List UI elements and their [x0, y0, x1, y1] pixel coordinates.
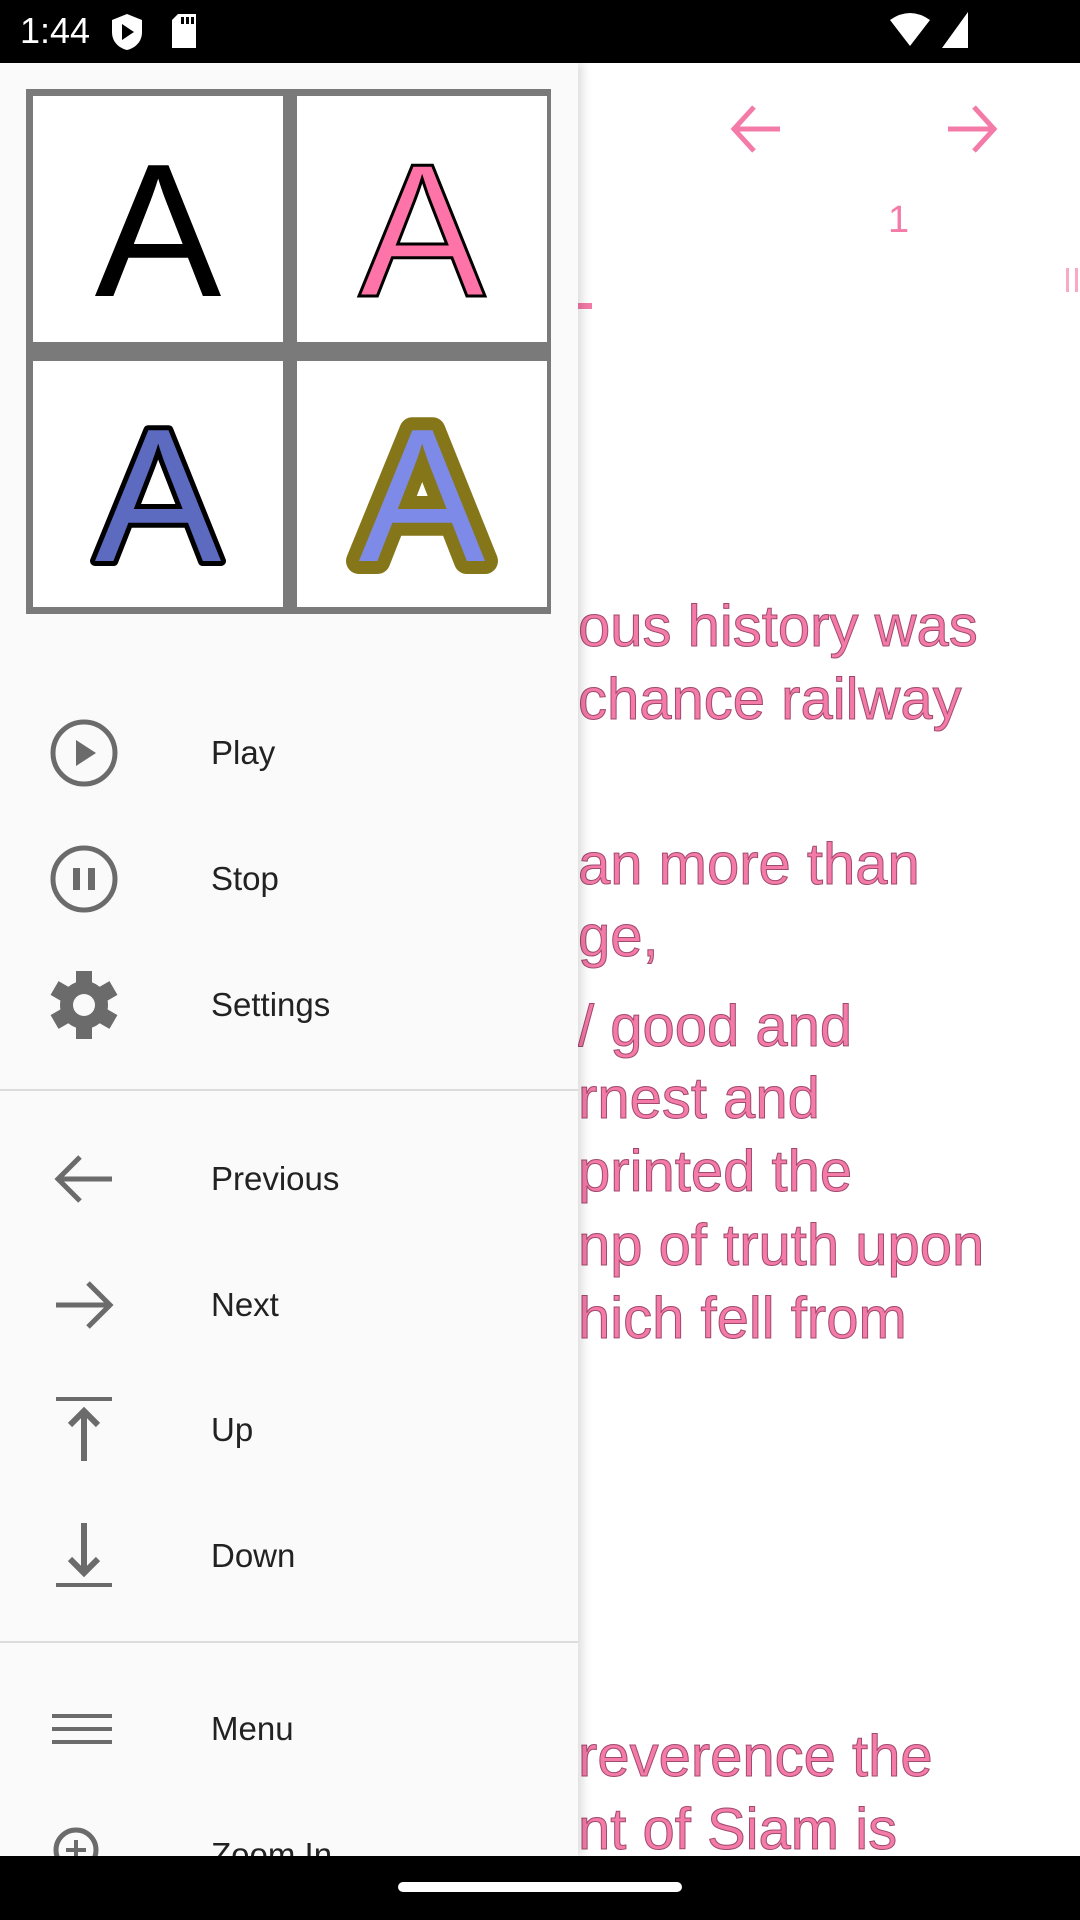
menu-item-previous[interactable]: Previous [0, 1124, 578, 1234]
page-number: 1 [888, 199, 910, 241]
system-navigation-bar [0, 1856, 1080, 1920]
play-circle-icon [50, 719, 118, 787]
text-line: rnest and [578, 1066, 821, 1132]
text-line: ous history was [578, 594, 979, 660]
menu-item-settings[interactable]: Settings [0, 950, 578, 1060]
pause-circle-icon [50, 845, 118, 913]
menu-item-up[interactable]: Up [0, 1375, 578, 1485]
style-swatch-plain[interactable]: A [33, 96, 283, 342]
menu-item-down[interactable]: Down [0, 1501, 578, 1611]
navigation-drawer: A A A A Play Stop Settings Previous Next… [0, 63, 578, 1856]
menu-item-label: Stop [211, 860, 279, 897]
text-line: chance railway [578, 667, 963, 733]
menu-item-label: Settings [211, 986, 331, 1023]
status-bar: 1:44 [0, 0, 1080, 63]
next-page-arrow-icon[interactable] [942, 99, 1002, 159]
menu-item-label: Zoom In [211, 1836, 333, 1856]
divider [0, 1641, 578, 1643]
svg-text:A: A [95, 125, 222, 337]
menu-item-label: Menu [211, 1710, 294, 1747]
menu-item-menu[interactable]: Menu [0, 1674, 578, 1784]
pink-dash-mark [578, 303, 592, 309]
style-swatch-blue-outline[interactable]: A [33, 361, 283, 607]
zoom-in-icon [53, 1827, 99, 1856]
menu-item-label: Up [211, 1411, 254, 1448]
text-line: reverence the [578, 1724, 934, 1790]
menu-item-label: Next [211, 1286, 279, 1323]
menu-icon [52, 1714, 112, 1744]
svg-text:A: A [359, 125, 486, 337]
text-style-grid: A A A A [26, 89, 551, 615]
text-line: hich fell from [578, 1286, 908, 1352]
gear-icon [50, 971, 118, 1039]
arrow-left-icon [54, 1155, 112, 1203]
arrow-right-icon [56, 1281, 114, 1329]
menu-item-play[interactable]: Play [0, 698, 578, 808]
text-line: np of truth upon [577, 1213, 985, 1279]
menu-item-label: Down [211, 1537, 296, 1574]
home-gesture-handle[interactable] [398, 1882, 682, 1892]
menu-item-label: Previous [211, 1160, 340, 1197]
text-line: ge, [578, 904, 660, 970]
divider [0, 1089, 578, 1091]
menu-item-stop[interactable]: Stop [0, 824, 578, 934]
wifi-icon [890, 13, 930, 46]
menu-item-label: Play [211, 734, 276, 771]
sd-card-icon [172, 14, 196, 48]
pause-indicator [1066, 268, 1078, 292]
arrow-up-to-top-icon [56, 1397, 112, 1461]
text-line: an more than [578, 832, 921, 898]
style-swatch-olive-outline[interactable]: A [297, 361, 547, 615]
text-line: nt of Siam is [577, 1797, 898, 1857]
play-protect-icon [112, 14, 142, 50]
signal-icon [942, 12, 968, 48]
text-line: / good and [577, 994, 853, 1060]
previous-page-arrow-icon[interactable] [726, 99, 786, 159]
menu-item-zoom-in[interactable]: Zoom In [0, 1800, 578, 1856]
status-time: 1:44 [20, 10, 91, 51]
svg-text:A: A [359, 390, 486, 602]
arrow-down-to-bottom-icon [56, 1523, 112, 1587]
menu-item-next[interactable]: Next [0, 1250, 578, 1360]
text-line: printed the [577, 1139, 853, 1205]
svg-text:A: A [95, 390, 222, 602]
style-swatch-pink-outline[interactable]: A [297, 96, 547, 342]
